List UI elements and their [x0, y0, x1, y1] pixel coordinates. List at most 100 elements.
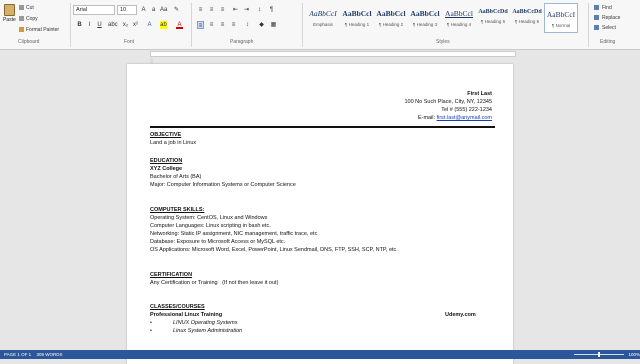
divider	[302, 3, 303, 47]
skill-value: : CentOS, Linux and Windows	[194, 215, 268, 221]
replace-label: Replace	[602, 15, 621, 21]
document-page[interactable]: First Last 100 No Such Place, City, NY, …	[127, 64, 513, 364]
align-right-icon[interactable]: ≡	[219, 21, 226, 29]
bold-button[interactable]: B	[76, 21, 83, 29]
decrease-indent-icon[interactable]: ⇤	[232, 6, 239, 14]
skill-key: Operating System	[150, 215, 195, 221]
multilevel-icon[interactable]: ≡	[219, 6, 226, 14]
style-name: ¶ Heading 1	[344, 22, 370, 27]
change-case-icon[interactable]: Aa	[160, 6, 167, 14]
style-name: Emphasis	[313, 22, 333, 27]
resume-name: First Last	[467, 91, 492, 97]
align-center-icon[interactable]: ≡	[208, 21, 215, 29]
skill-line: OS Applications: Microsoft Word, Excel, …	[150, 247, 398, 254]
email-label: E-mail:	[417, 115, 436, 121]
divider	[588, 3, 589, 47]
style-heading-2[interactable]: AaBbCcl ¶ Heading 2	[374, 3, 408, 33]
numbering-icon[interactable]: ≡	[208, 6, 215, 14]
style-sample: AaBbCcl	[445, 9, 473, 18]
find-button[interactable]: Find	[594, 3, 638, 13]
horizontal-ruler[interactable]	[0, 50, 640, 58]
text-effects-icon[interactable]: A	[146, 21, 153, 29]
style-name: ¶ Heading 4	[446, 22, 472, 27]
copy-button[interactable]: Copy	[19, 16, 38, 22]
certification-line: Any Certification or Training (If not th…	[150, 280, 278, 287]
subscript-icon[interactable]: x₂	[122, 21, 129, 29]
line-spacing-icon[interactable]: ↕	[244, 21, 251, 29]
font-color-icon[interactable]: A	[176, 21, 183, 29]
bullet-icon: •	[150, 320, 152, 326]
align-left-icon[interactable]: ≡	[197, 21, 204, 29]
paste-button[interactable]: Paste	[3, 4, 16, 24]
replace-icon	[594, 15, 599, 21]
select-button[interactable]: Select	[594, 23, 638, 33]
style-heading-1[interactable]: AaBbCcl ¶ Heading 1	[340, 3, 374, 33]
zoom-knob[interactable]	[598, 352, 600, 357]
format-painter-label: Format Painter	[26, 27, 60, 33]
underline-button[interactable]: U	[96, 21, 103, 29]
italic-button[interactable]: I	[86, 21, 93, 29]
word-count[interactable]: 309 WORDS	[36, 352, 62, 357]
zoom-slider[interactable]: 100%	[564, 352, 640, 357]
styles-group-label: Styles	[436, 39, 450, 45]
editing-group-label: Editing	[600, 39, 616, 45]
style-normal[interactable]: AaBbCcI ¶ Normal	[544, 3, 578, 33]
status-bar: PAGE 1 OF 1 309 WORDS 100%	[0, 350, 640, 359]
copy-icon	[19, 16, 24, 22]
resume-email-line: E-mail: first.last@anymail.com	[418, 115, 492, 122]
replace-button[interactable]: Replace	[594, 13, 638, 23]
certification-text: Any Certification or Training	[150, 280, 218, 286]
font-group-label: Font	[124, 39, 135, 45]
ruler-bar	[150, 51, 516, 57]
show-marks-icon[interactable]: ¶	[268, 6, 275, 14]
cursor-icon	[594, 25, 599, 31]
editing-group: Find Replace Select	[594, 3, 638, 33]
justify-icon[interactable]: ≡	[230, 21, 237, 29]
bullet-icon: •	[150, 328, 152, 334]
clipboard-group-label: Clipboard	[18, 39, 40, 45]
style-sample: AaBbCcl	[376, 9, 406, 18]
style-name: ¶ Heading 2	[378, 22, 404, 27]
header-rule	[150, 126, 495, 128]
style-heading-4[interactable]: AaBbCcl ¶ Heading 4	[442, 3, 476, 33]
course-item: Linux System Administration	[173, 328, 243, 334]
certification-note: (If not then leave it out)	[222, 280, 279, 286]
font-name-select[interactable]: Arial	[73, 5, 115, 15]
skill-key: OS Applications	[150, 247, 189, 253]
style-heading-5[interactable]: AaBbCcDd ¶ Heading 5	[476, 3, 510, 33]
paragraph-group-label: Paragraph	[230, 39, 254, 45]
font-size-select[interactable]: 10	[117, 5, 137, 15]
email-link[interactable]: first.last@anymail.com	[437, 115, 492, 121]
skill-value: : Static IP assignment, NIC management, …	[177, 231, 318, 237]
superscript-icon[interactable]: x²	[132, 21, 139, 29]
skill-value: : Linux scripting in bash etc.	[202, 223, 271, 229]
major: Major: Computer Information Systems or C…	[150, 182, 296, 188]
scissors-icon	[19, 5, 24, 11]
objective-text: Land a job in Linux	[150, 140, 197, 146]
bullets-icon[interactable]: ≡	[197, 6, 204, 14]
borders-icon[interactable]: ▦	[270, 21, 277, 29]
highlight-icon[interactable]: ab	[160, 21, 167, 29]
ribbon: Paste Cut Copy Format Painter Clipboard …	[0, 0, 640, 50]
clear-format-icon[interactable]: ✎	[173, 6, 180, 14]
grow-font-icon[interactable]: A	[140, 6, 147, 14]
style-heading-6[interactable]: AaBbCcDd ¶ Heading 6	[510, 3, 544, 33]
style-sample: AaBbCcDd	[478, 9, 508, 15]
strikethrough-icon[interactable]: abc	[108, 21, 118, 29]
skill-value: : Microsoft Word, Excel, PowerPoint, Lin…	[188, 247, 398, 253]
increase-indent-icon[interactable]: ⇥	[243, 6, 250, 14]
training-title: Professional Linux Training	[150, 312, 223, 318]
style-name: ¶ Heading 6	[514, 19, 540, 24]
style-heading-3[interactable]: AaBbCcl ¶ Heading 3	[408, 3, 442, 33]
style-emphasis[interactable]: AaBbCcI Emphasis	[306, 3, 340, 33]
select-label: Select	[602, 25, 616, 31]
format-painter-button[interactable]: Format Painter	[19, 27, 59, 33]
page-count[interactable]: PAGE 1 OF 1	[4, 352, 31, 357]
shading-icon[interactable]: ◆	[258, 21, 265, 29]
cut-button[interactable]: Cut	[19, 5, 34, 11]
sort-icon[interactable]: ↕	[256, 6, 263, 14]
shrink-font-icon[interactable]: a	[150, 6, 157, 14]
skill-key: Computer Languages	[150, 223, 203, 229]
search-icon	[594, 5, 599, 11]
clipboard-group: Paste Cut Copy Format Painter	[1, 2, 69, 38]
